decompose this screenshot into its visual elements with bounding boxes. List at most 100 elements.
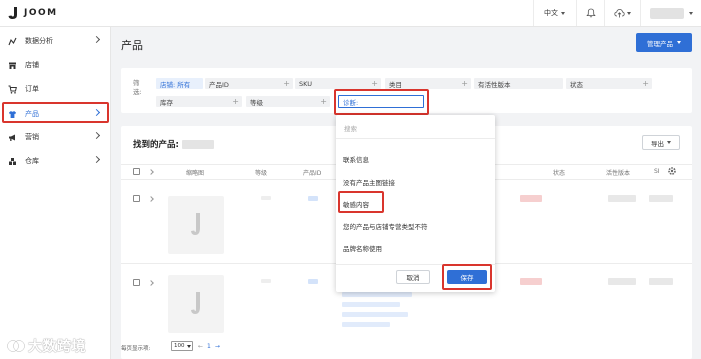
plus-icon: + [283, 79, 290, 88]
cancel-button[interactable]: 取消 [396, 270, 430, 284]
version-redacted [608, 278, 636, 285]
select-all-checkbox[interactable] [133, 168, 140, 175]
row-checkbox[interactable] [133, 195, 140, 202]
export-button[interactable]: 导出 [642, 135, 680, 150]
product-id-redacted[interactable] [308, 196, 318, 201]
products-found-label: 找到的产品: [133, 140, 179, 150]
watermark-text: 大数跨境 [28, 339, 86, 355]
watermark-logo-icon [6, 339, 26, 353]
sidebar-item-store[interactable]: 店铺 [0, 54, 111, 76]
sidebar-item-marketing[interactable]: 营销 [0, 126, 111, 148]
products-found: 找到的产品: [133, 138, 214, 150]
sidebar: 数据分析 店铺 订单 产品 营销 仓库 [0, 27, 111, 359]
grade-redacted [261, 196, 271, 200]
filter-chip-label: 有活性版本 [478, 80, 511, 89]
sidebar-item-label: 仓库 [25, 157, 39, 165]
next-page-button[interactable]: → [215, 343, 220, 350]
sidebar-item-analytics[interactable]: 数据分析 [0, 30, 111, 52]
diagnosis-option-brand-name[interactable]: 品牌名称使用 [343, 243, 382, 253]
extra-redacted [649, 278, 673, 285]
product-thumbnail[interactable] [168, 196, 224, 254]
filter-chip-label: 产品ID [209, 80, 229, 89]
warehouse-icon [9, 157, 16, 165]
top-bar: JOOM 中文 [0, 0, 701, 27]
filter-chip-sku[interactable]: SKU + [295, 78, 381, 89]
account-name-redacted [649, 7, 684, 19]
highlight-box-diagnosis [334, 89, 429, 115]
filter-chip-category[interactable]: 类目 + [385, 78, 471, 89]
chevron-down-icon [186, 344, 191, 348]
filter-chip-label: 等级 [250, 98, 263, 107]
dropdown-search[interactable] [336, 115, 495, 139]
product-link-redacted[interactable] [342, 322, 390, 327]
joom-logo[interactable]: JOOM [7, 6, 58, 20]
row-checkbox[interactable] [133, 279, 140, 286]
account-menu[interactable] [640, 0, 701, 26]
sidebar-item-label: 数据分析 [25, 37, 53, 45]
product-thumbnail[interactable] [168, 275, 224, 333]
products-count-redacted [181, 139, 214, 149]
page-title: 产品 [121, 39, 143, 52]
column-header-grade: 等级 [255, 170, 268, 177]
prev-page-button[interactable]: ← [198, 343, 203, 350]
product-link-redacted[interactable] [342, 292, 412, 297]
filter-chip-store[interactable]: 店铺: 所有 [156, 78, 203, 89]
filter-chip-grade[interactable]: 等级 + [246, 96, 330, 107]
plus-icon: + [371, 79, 378, 88]
pagination: ← 1 → [198, 343, 220, 350]
product-id-redacted[interactable] [308, 279, 318, 284]
joom-placeholder-icon [191, 292, 200, 314]
product-link-redacted[interactable] [342, 302, 400, 307]
filter-chip-label: SKU [299, 79, 312, 88]
filter-chip-label: 状态 [570, 80, 583, 89]
plus-icon: + [320, 97, 327, 106]
manage-products-label: 管理产品 [647, 39, 673, 48]
diagnosis-option-no-main-image[interactable]: 没有产品主图链接 [343, 177, 395, 187]
bell-icon [585, 8, 596, 18]
watermark: 大数跨境 [6, 336, 86, 356]
export-label: 导出 [651, 139, 664, 148]
sidebar-item-orders[interactable]: 订单 [0, 78, 111, 100]
notifications-button[interactable] [576, 0, 604, 26]
filter-chip-active-version[interactable]: 有活性版本 [474, 78, 563, 89]
plus-icon: + [461, 79, 468, 88]
diagnosis-option-contact-info[interactable]: 联系信息 [343, 154, 369, 164]
per-page-label: 每页显示项: [121, 346, 151, 352]
status-redacted [520, 278, 542, 285]
chevron-down-icon [688, 11, 693, 15]
chevron-down-icon [667, 141, 671, 144]
cloud-icon [614, 9, 625, 18]
per-page-value: 100 [174, 343, 185, 349]
plus-icon: + [232, 97, 239, 106]
chevron-down-icon [627, 11, 631, 15]
joom-logo-icon [8, 7, 17, 19]
current-page[interactable]: 1 [207, 343, 211, 350]
dropdown-search-placeholder[interactable]: 搜索 [344, 123, 357, 133]
chevron-right-icon [92, 155, 101, 164]
store-icon [9, 62, 16, 69]
upload-menu[interactable] [604, 0, 640, 26]
chevron-right-icon [92, 35, 101, 44]
gear-icon[interactable] [667, 166, 677, 176]
language-selector[interactable]: 中文 [533, 0, 575, 26]
plus-icon: + [642, 79, 649, 88]
chevron-right-icon [92, 131, 101, 140]
column-header-product-id: 产品ID [303, 170, 322, 177]
diagnosis-option-type-mismatch[interactable]: 您的产品与店铺专营类型不符 [343, 221, 428, 231]
language-label: 中文 [544, 9, 558, 17]
per-page-select[interactable]: 100 [171, 341, 193, 351]
megaphone-icon [9, 134, 15, 141]
filter-chip-label: 店铺: 所有 [160, 80, 191, 89]
joom-placeholder-icon [191, 213, 200, 235]
manage-products-button[interactable]: 管理产品 [636, 33, 692, 52]
filter-chip-stock[interactable]: 库存 + [156, 96, 242, 107]
chevron-down-icon [677, 41, 681, 44]
grade-redacted [261, 279, 271, 283]
filter-chip-label: 类目 [389, 80, 402, 89]
sidebar-item-warehouse[interactable]: 仓库 [0, 150, 111, 172]
filter-chip-product-id[interactable]: 产品ID + [205, 78, 293, 89]
product-link-redacted[interactable] [342, 312, 408, 317]
version-redacted [608, 195, 636, 202]
logo-text: JOOM [24, 8, 58, 18]
filter-chip-status[interactable]: 状态 + [566, 78, 652, 89]
